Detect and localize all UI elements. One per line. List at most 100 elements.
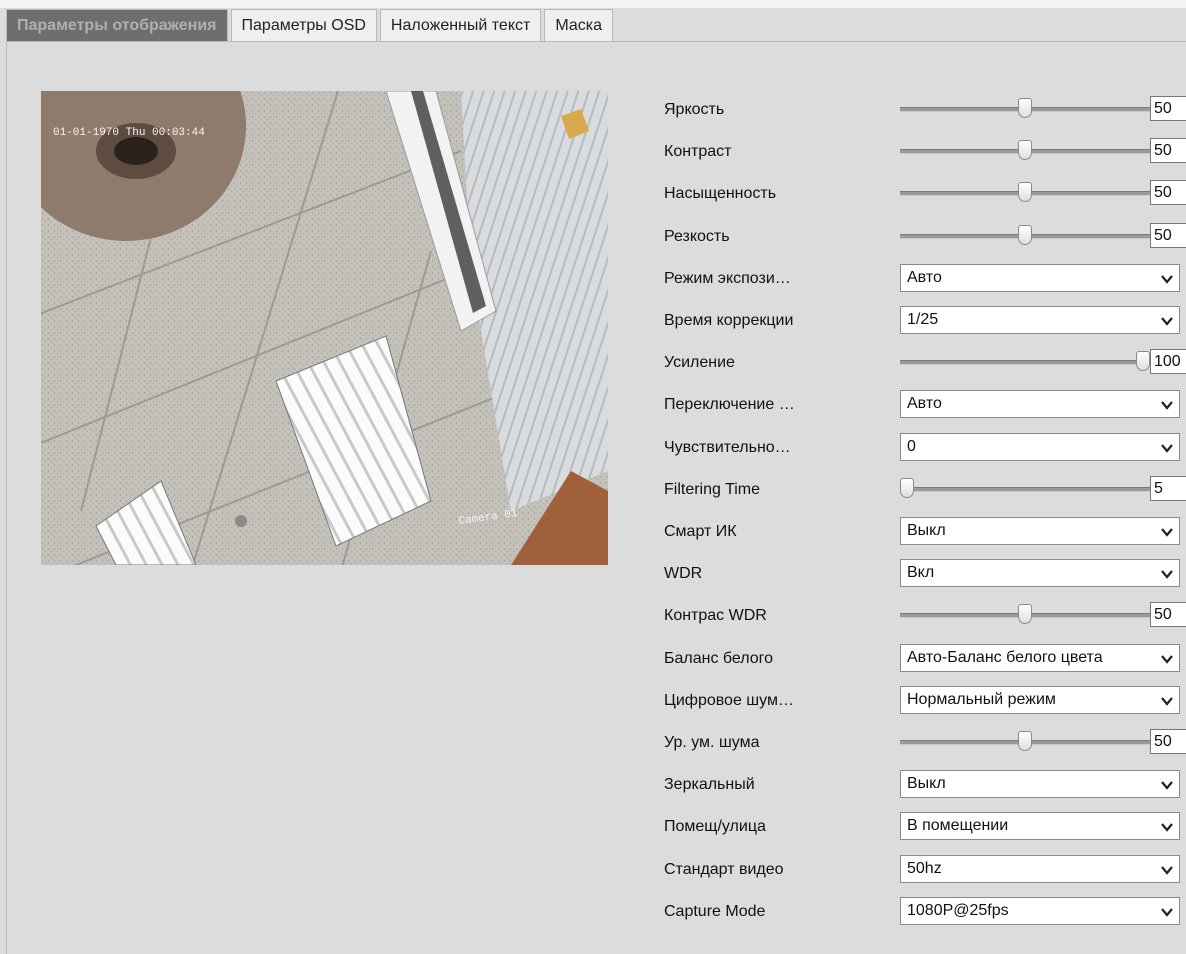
chevron-down-icon <box>1161 908 1173 917</box>
setting-row-gain: Усиление 100 <box>664 341 1186 383</box>
select-control: Выкл <box>900 510 1186 552</box>
content-border <box>6 41 7 954</box>
slider-control: 50 <box>900 172 1186 214</box>
tab-display-params[interactable]: Параметры отображения <box>6 9 228 41</box>
setting-row-sensitivity: Чувствительно… 0 <box>664 426 1186 468</box>
setting-row-contrast: Контраст 50 <box>664 130 1186 172</box>
dropdown-select[interactable]: Вкл <box>900 559 1180 588</box>
setting-row-wdr: WDR Вкл <box>664 552 1186 594</box>
setting-label: Переключение … <box>664 396 795 414</box>
slider-value-input[interactable]: 50 <box>1150 138 1186 164</box>
setting-label: Режим экспози… <box>664 269 791 287</box>
tab-bar: Параметры отображения Параметры OSD Нало… <box>6 9 616 41</box>
setting-label: Чувствительно… <box>664 438 791 456</box>
dropdown-value: Выкл <box>907 775 946 793</box>
setting-row-smart_ir: Смарт ИК Выкл <box>664 510 1186 552</box>
chevron-down-icon <box>1161 443 1173 453</box>
chevron-down-icon <box>1161 275 1173 284</box>
setting-label: Контраст <box>664 143 732 161</box>
setting-label: Резкость <box>664 227 730 245</box>
setting-row-video_standard: Стандарт видео 50hz <box>664 848 1186 890</box>
slider-value-input[interactable]: 50 <box>1150 729 1186 754</box>
setting-label: Насыщенность <box>664 185 777 203</box>
setting-label: Усиление <box>664 354 735 372</box>
slider-control: 50 <box>900 130 1186 172</box>
dropdown-select[interactable]: Выкл <box>900 770 1180 799</box>
slider-handle[interactable] <box>1018 604 1032 625</box>
dropdown-select[interactable]: Авто-Баланс белого цвета <box>900 643 1180 672</box>
select-control: Вкл <box>900 552 1186 594</box>
dropdown-select[interactable]: Выкл <box>900 517 1180 545</box>
slider-control: 50 <box>900 594 1186 636</box>
slider-control: 50 <box>900 721 1186 763</box>
slider-handle[interactable] <box>1018 98 1032 118</box>
dropdown-select[interactable]: 1080P@25fps <box>900 896 1180 925</box>
dropdown-value: 50hz <box>907 859 942 877</box>
slider-value-input[interactable]: 5 <box>1150 475 1186 501</box>
slider-value-input[interactable]: 50 <box>1150 222 1186 248</box>
slider-value-input[interactable]: 100 <box>1150 349 1186 375</box>
setting-label: WDR <box>664 565 703 583</box>
dropdown-select[interactable]: В помещении <box>900 812 1180 841</box>
chevron-down-icon <box>1161 401 1173 411</box>
slider-value-input[interactable]: 50 <box>1150 602 1186 628</box>
setting-row-digital_noise: Цифровое шум… Нормальный режим <box>664 679 1186 721</box>
setting-row-wdr_contrast: Контрас WDR 50 <box>664 594 1186 636</box>
dropdown-value: Выкл <box>907 522 946 539</box>
select-control: Авто-Баланс белого цвета <box>900 637 1186 679</box>
slider-handle[interactable] <box>900 477 914 498</box>
dropdown-select[interactable]: Авто <box>900 263 1180 292</box>
dropdown-select[interactable]: 50hz <box>900 854 1180 883</box>
slider-handle[interactable] <box>1018 731 1032 751</box>
dropdown-select[interactable]: Нормальный режим <box>900 685 1180 714</box>
select-control: 50hz <box>900 848 1186 890</box>
slider-track[interactable] <box>900 486 1150 492</box>
select-control: В помещении <box>900 805 1186 847</box>
setting-row-saturation: Насыщенность 50 <box>664 172 1186 214</box>
slider-value-input[interactable]: 50 <box>1150 96 1186 121</box>
dropdown-select[interactable]: Авто <box>900 390 1180 419</box>
setting-label: Стандарт видео <box>664 860 784 878</box>
slider-handle[interactable] <box>1018 224 1032 245</box>
select-control: Авто <box>900 383 1186 425</box>
chevron-down-icon <box>1161 865 1173 875</box>
chevron-down-icon <box>1161 570 1173 579</box>
slider-handle[interactable] <box>1018 140 1032 161</box>
select-control: Нормальный режим <box>900 679 1186 721</box>
slider-control: 5 <box>900 468 1186 510</box>
setting-row-exposure_mode: Режим экспози… Авто <box>664 257 1186 299</box>
tab-text-overlay[interactable]: Наложенный текст <box>379 9 542 41</box>
setting-row-correction_time: Время коррекции 1/25 <box>664 299 1186 341</box>
setting-label: Capture Mode <box>664 902 766 920</box>
tab-mask[interactable]: Маска <box>544 9 613 41</box>
setting-label: Filtering Time <box>664 480 761 498</box>
setting-row-sharpness: Резкость 50 <box>664 215 1186 257</box>
live-preview[interactable]: 01-01-1970 Thu 00:03:44 Camera 01 <box>41 91 608 565</box>
dropdown-value: В помещении <box>907 817 1009 835</box>
slider-control: 100 <box>900 341 1186 383</box>
setting-row-noise_level: Ур. ум. шума 50 <box>664 721 1186 763</box>
chevron-down-icon <box>1161 823 1173 833</box>
slider-control: 50 <box>900 88 1186 130</box>
dropdown-select[interactable]: 0 <box>900 432 1180 461</box>
setting-label: Ур. ум. шума <box>664 734 760 751</box>
chevron-down-icon <box>1161 528 1173 537</box>
dropdown-value: 1080P@25fps <box>907 901 1009 919</box>
osd-datetime: 01-01-1970 Thu 00:03:44 <box>53 127 205 139</box>
setting-row-filtering_time: Filtering Time 5 <box>664 468 1186 510</box>
select-control: 0 <box>900 426 1186 468</box>
slider-handle[interactable] <box>1136 351 1150 372</box>
dropdown-select[interactable]: 1/25 <box>900 306 1180 334</box>
select-control: 1/25 <box>900 299 1186 341</box>
setting-label: Цифровое шум… <box>664 691 794 709</box>
slider-track[interactable] <box>900 360 1150 366</box>
tab-osd-params[interactable]: Параметры OSD <box>230 9 377 41</box>
slider-handle[interactable] <box>1018 182 1032 203</box>
dropdown-value: Авто <box>907 395 942 413</box>
select-control: Выкл <box>900 763 1186 805</box>
slider-value-input[interactable]: 50 <box>1150 180 1186 206</box>
setting-row-capture_mode: Capture Mode 1080P@25fps <box>664 890 1186 932</box>
dropdown-value: 0 <box>907 437 916 455</box>
chevron-down-icon <box>1161 697 1173 706</box>
dropdown-value: 1/25 <box>907 311 939 328</box>
